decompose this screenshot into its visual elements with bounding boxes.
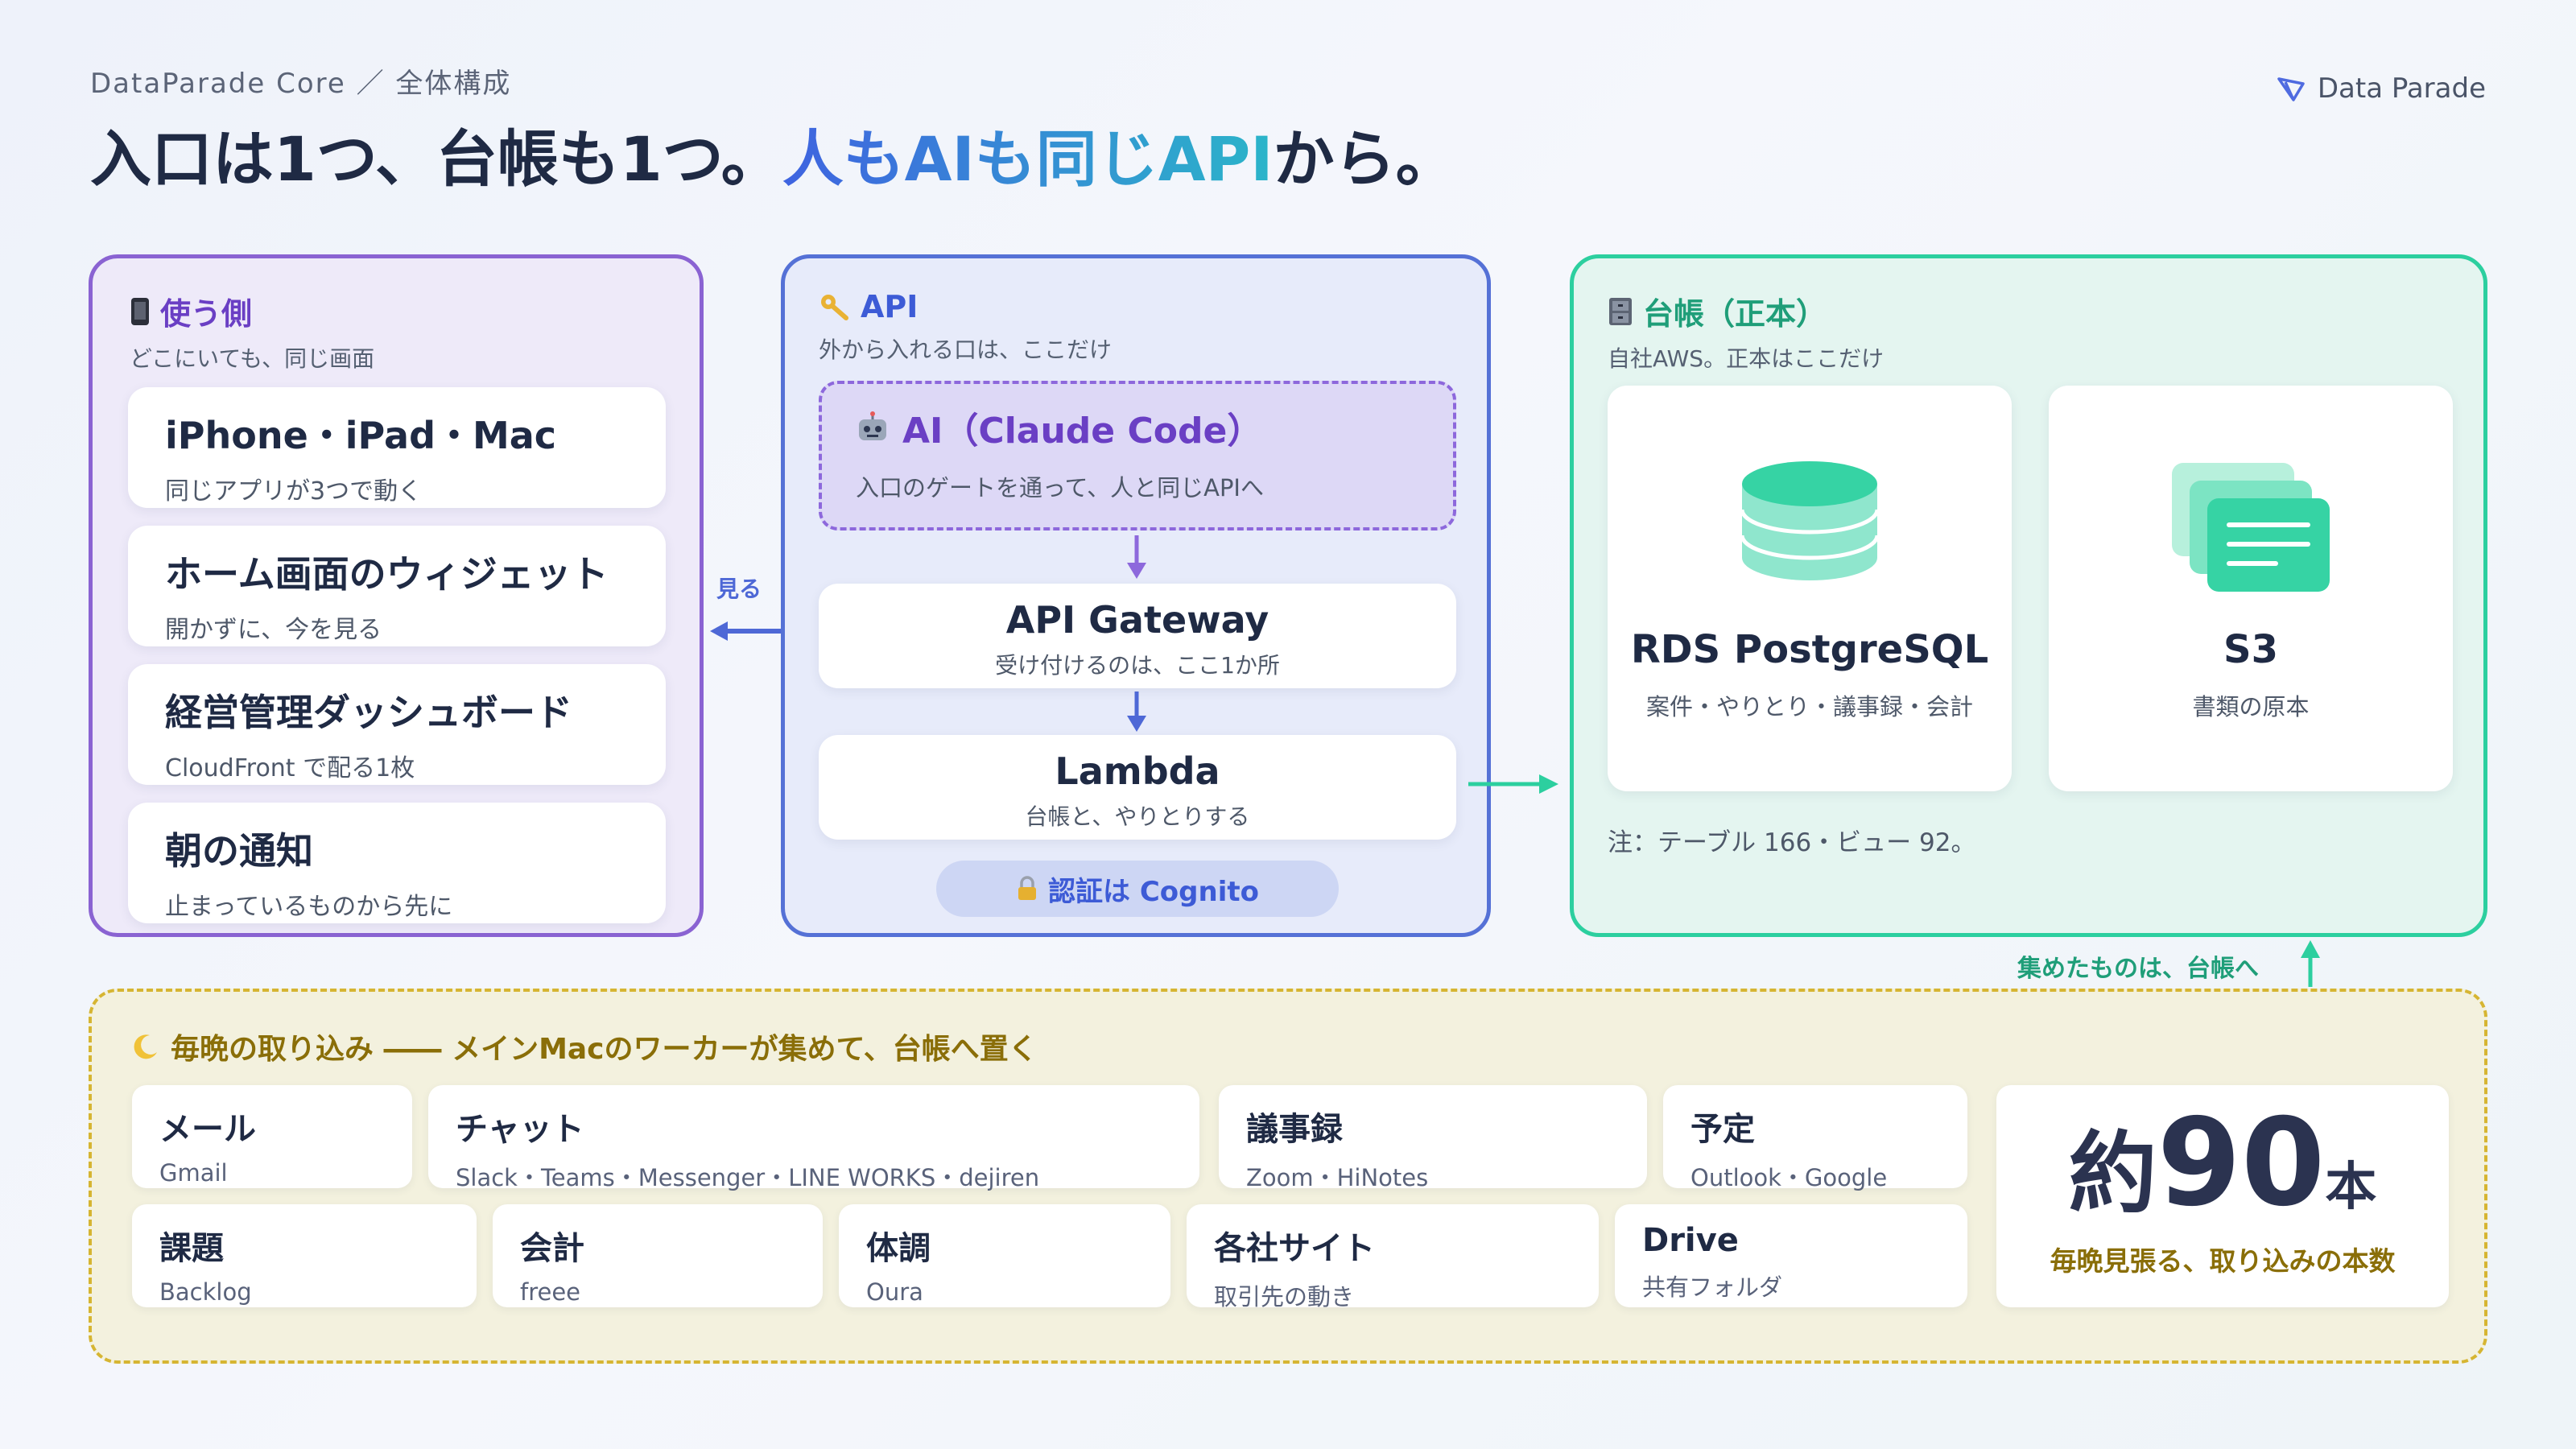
ledger-panel: 台帳（正本） 自社AWS。正本はここだけ RDS PostgreSQL 案件・や… [1570,254,2487,937]
source-card-sites[interactable]: 各社サイト 取引先の動き [1187,1204,1599,1311]
device-card-widget[interactable]: ホーム画面のウィジェット 開かずに、今を見る [128,526,666,646]
users-panel-subtitle: どこにいても、同じ画面 [130,345,375,372]
card-subtitle: 開かずに、今を見る [165,616,382,644]
device-card-dashboard[interactable]: 経営管理ダッシュボード CloudFront で配る1枚 [128,664,666,785]
card-title: 朝の通知 [165,829,313,873]
source-subtitle: Oura [866,1278,923,1306]
collect-arrow-label: 集めたものは、台帳へ [2017,955,2259,983]
lambda-subtitle: 台帳と、やりとりする [1025,803,1250,830]
ledger-panel-subtitle: 自社AWS。正本はここだけ [1608,345,1885,372]
source-subtitle: freee [520,1278,581,1306]
s3-title: S3 [2223,627,2278,672]
card-title: 経営管理ダッシュボード [165,691,572,734]
lambda-to-ledger-arrow [1468,774,1558,794]
ledger-panel-title: 台帳（正本） [1643,296,1827,332]
lambda-card[interactable]: Lambda 台帳と、やりとりする [819,735,1456,840]
source-card-schedule[interactable]: 予定 Outlook・Google [1663,1085,1967,1191]
card-title: iPhone・iPad・Mac [165,414,557,457]
source-subtitle: Outlook・Google [1690,1164,1888,1191]
count-value: 90 [2157,1093,2326,1233]
brand-logo-icon [2277,77,2305,101]
source-card-chat[interactable]: チャット Slack・Teams・Messenger・LINE WORKS・de… [428,1085,1199,1191]
source-subtitle: Gmail [159,1159,228,1187]
brand-name: Data Parade [2317,72,2486,105]
source-title: 課題 [159,1230,224,1267]
source-card-drive[interactable]: Drive 共有フォルダ [1615,1204,1967,1307]
robot-icon [859,411,886,440]
source-title: メール [159,1111,256,1148]
phone-icon [131,297,149,325]
headline-highlight: 人もAIも同じAPI [782,123,1274,195]
users-panel: 使う側 どこにいても、同じ画面 iPhone・iPad・Mac 同じアプリが3つ… [89,254,704,937]
lambda-title: Lambda [1055,749,1220,793]
source-subtitle: Zoom・HiNotes [1246,1164,1429,1191]
rds-title: RDS PostgreSQL [1630,627,1989,672]
rds-subtitle: 案件・やりとり・議事録・会計 [1645,693,1973,720]
ai-to-gateway-arrow [1127,535,1146,579]
ai-client-title: AI（Claude Code） [902,411,1263,452]
nightly-ingest-panel: 毎晩の取り込み ―― メインMacのワーカーが集めて、台帳へ置く メール Gma… [89,989,2487,1364]
api-panel-title: API [861,289,919,324]
card-subtitle: 同じアプリが3つで動く [165,477,423,506]
key-icon [821,295,848,320]
api-gateway-card[interactable]: API Gateway 受け付けるのは、ここ1か所 [819,584,1456,688]
api-panel: API 外から入れる口は、ここだけ AI（Claude Code） 入口のゲート… [781,254,1491,937]
source-title: Drive [1642,1222,1739,1259]
source-title: 各社サイト [1214,1230,1375,1267]
lock-icon [1018,876,1037,900]
api-panel-subtitle: 外から入れる口は、ここだけ [819,336,1113,363]
device-card-notification[interactable]: 朝の通知 止まっているものから先に [128,803,666,923]
count-label: 毎晩見張る、取り込みの本数 [2050,1245,2396,1277]
source-subtitle: Backlog [159,1278,252,1306]
rds-card[interactable]: RDS PostgreSQL 案件・やりとり・議事録・会計 [1608,386,2012,791]
source-subtitle: 共有フォルダ [1642,1274,1783,1301]
s3-card[interactable]: S3 書類の原本 [2049,386,2453,791]
source-title: チャット [456,1111,584,1148]
source-card-minutes[interactable]: 議事録 Zoom・HiNotes [1219,1085,1647,1191]
source-card-accounting[interactable]: 会計 freee [493,1204,823,1307]
ai-client-box[interactable]: AI（Claude Code） 入口のゲートを通って、人と同じAPIへ [819,381,1456,530]
users-panel-title: 使う側 [160,296,253,332]
source-card-tasks[interactable]: 課題 Backlog [132,1204,477,1307]
api-gateway-subtitle: 受け付けるのは、ここ1か所 [995,652,1280,679]
headline-part2: から。 [1273,123,1457,195]
ledger-note: 注：テーブル 166・ビュー 92。 [1608,828,1976,857]
gateway-to-lambda-arrow [1127,691,1146,732]
auth-label: 認証は Cognito [1048,875,1259,908]
source-subtitle: 取引先の動き [1214,1283,1355,1311]
headline-part1: 入口は1つ、台帳も1つ。 [90,123,782,195]
source-title: 体調 [866,1230,931,1267]
breadcrumb: DataParade Core ／ 全体構成 [90,68,512,100]
ingest-count: 約90本 [2004,1103,2441,1224]
card-subtitle: 止まっているものから先に [165,893,453,921]
api-gateway-title: API Gateway [1005,598,1269,642]
view-arrow-label: 見る [716,576,762,602]
ai-client-subtitle: 入口のゲートを通って、人と同じAPIへ [856,474,1264,502]
source-card-mail[interactable]: メール Gmail [132,1085,412,1188]
source-title: 会計 [520,1230,584,1267]
device-card-apps[interactable]: iPhone・iPad・Mac 同じアプリが3つで動く [128,387,666,508]
source-card-health[interactable]: 体調 Oura [839,1204,1170,1307]
page-title: 入口は1つ、台帳も1つ。人もAIも同じAPIから。 [90,109,1457,198]
cabinet-icon [1609,297,1632,325]
ingest-count-card: 約90本 毎晩見張る、取り込みの本数 [1996,1085,2449,1307]
brand: Data Parade [2276,72,2486,105]
database-icon [1740,461,1880,580]
card-title: ホーム画面のウィジェット [165,552,609,596]
card-subtitle: CloudFront で配る1枚 [165,754,415,782]
documents-icon [2172,463,2330,592]
nightly-panel-title: 毎晩の取り込み ―― メインMacのワーカーが集めて、台帳へ置く [171,1033,1038,1066]
count-unit: 本 [2325,1158,2377,1217]
count-prefix: 約 [2068,1122,2157,1225]
nightly-to-ledger-arrow [2301,940,2320,987]
auth-badge: 認証は Cognito [936,861,1339,917]
source-title: 議事録 [1246,1111,1343,1148]
source-subtitle: Slack・Teams・Messenger・LINE WORKS・dejiren [456,1164,1040,1191]
moon-icon [134,1034,157,1059]
source-title: 予定 [1690,1111,1755,1148]
s3-subtitle: 書類の原本 [2192,693,2310,720]
